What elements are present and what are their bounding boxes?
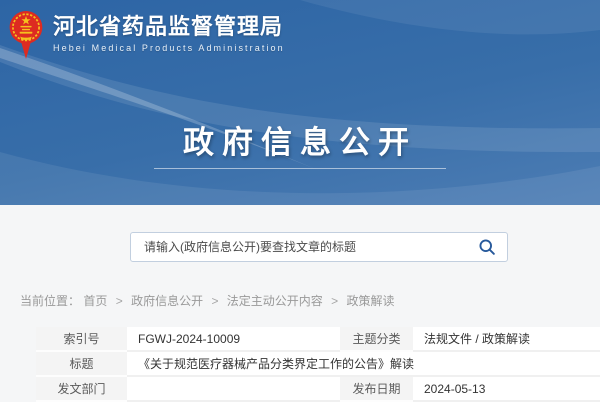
field-label-issuing-department: 发文部门 (36, 377, 127, 402)
field-value-topic-category: 法规文件 / 政策解读 (413, 327, 600, 352)
breadcrumb-item-gov-info[interactable]: 政府信息公开 (131, 294, 203, 308)
breadcrumb-item-home[interactable]: 首页 (83, 294, 107, 308)
field-label-index-number: 索引号 (36, 327, 127, 352)
breadcrumb-current-location-label: 当前位置： (20, 294, 80, 308)
site-name-english: Hebei Medical Products Administration (53, 43, 285, 53)
breadcrumb-separator: > (116, 294, 123, 308)
field-value-title: 《关于规范医疗器械产品分类界定工作的公告》解读 (127, 352, 600, 377)
field-value-publish-date: 2024-05-13 (413, 377, 600, 402)
top-banner: 河北省药品监督管理局 Hebei Medical Products Admini… (0, 0, 600, 205)
breadcrumb-item-policy-interpretation[interactable]: 政策解读 (347, 294, 395, 308)
page-title: 政府信息公开 (0, 117, 600, 162)
search-box (130, 232, 508, 262)
search-input[interactable] (131, 233, 467, 261)
field-label-topic-category: 主题分类 (340, 327, 413, 352)
search-button[interactable] (467, 233, 507, 261)
site-header: 河北省药品监督管理局 Hebei Medical Products Admini… (8, 10, 285, 60)
china-national-emblem-icon (8, 10, 44, 60)
breadcrumb-separator: > (331, 294, 338, 308)
search-icon (478, 238, 496, 256)
breadcrumb-item-statutory-disclosure[interactable]: 法定主动公开内容 (227, 294, 323, 308)
field-label-title: 标题 (36, 352, 127, 377)
field-value-index-number: FGWJ-2024-10009 (127, 327, 340, 352)
field-label-publish-date: 发布日期 (340, 377, 413, 402)
site-name: 河北省药品监督管理局 (53, 14, 285, 40)
field-value-issuing-department (127, 377, 340, 402)
document-info-table: 索引号 FGWJ-2024-10009 主题分类 法规文件 / 政策解读 标题 … (36, 327, 600, 402)
breadcrumb: 当前位置： 首页 > 政府信息公开 > 法定主动公开内容 > 政策解读 (20, 292, 395, 309)
site-title-block: 河北省药品监督管理局 Hebei Medical Products Admini… (53, 14, 285, 53)
breadcrumb-separator: > (211, 294, 218, 308)
banner-title-underline (154, 168, 446, 169)
